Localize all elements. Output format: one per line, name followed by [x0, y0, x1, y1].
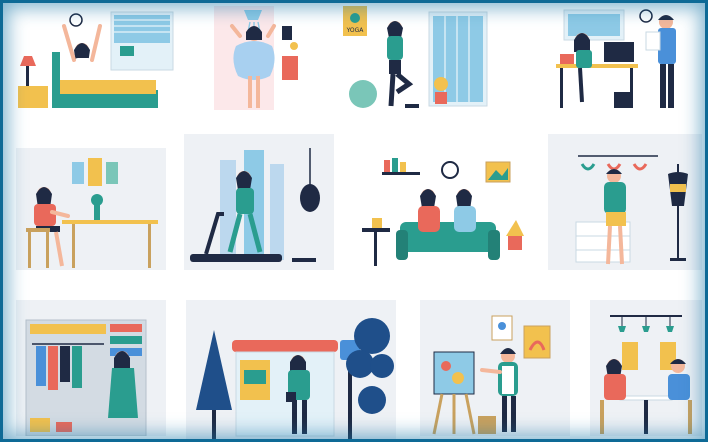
bus-stop-scene	[186, 300, 396, 442]
treadmill-gym-illustration	[190, 148, 320, 262]
yoga-scene: YOGA	[335, 6, 507, 110]
treadmill	[190, 254, 282, 262]
hanger-bra	[580, 163, 596, 171]
living-room-illustration	[362, 158, 524, 266]
pendant-lamp-icon	[618, 326, 626, 332]
shower-scene	[214, 6, 318, 110]
painting-easel-illustration	[432, 315, 551, 435]
waking-up-illustration	[18, 11, 174, 108]
yoga-illustration: YOGA	[343, 6, 488, 108]
pine-tree	[196, 330, 232, 410]
living-room-sofa-scene	[356, 136, 528, 270]
office-scene	[530, 6, 702, 110]
fitness-ball	[349, 80, 377, 108]
poster-text: YOGA	[346, 27, 365, 34]
monitor-icon	[604, 42, 634, 62]
sofa	[400, 222, 496, 252]
shower-illustration	[230, 6, 318, 110]
bus-shelter-roof	[232, 340, 338, 352]
lamp-icon	[372, 218, 382, 228]
lamp-icon	[20, 56, 36, 66]
restaurant-date-scene	[590, 300, 702, 436]
waking-up-scene	[16, 6, 188, 110]
easel-canvas	[433, 351, 475, 395]
hanging-shirt	[36, 346, 46, 386]
painting-easel-scene	[420, 300, 570, 436]
clock-icon	[69, 13, 83, 27]
cafe-table-illustration	[26, 158, 158, 268]
lingerie-shop-scene	[548, 134, 702, 270]
cafe-table-scene	[16, 148, 166, 270]
lingerie-shop-illustration	[575, 155, 688, 265]
punching-bag	[300, 184, 320, 212]
wardrobe-scene	[16, 300, 166, 436]
clock-icon	[639, 9, 653, 23]
bus-stop-illustration	[196, 318, 394, 442]
wardrobe-illustration	[25, 319, 147, 436]
clock-icon	[441, 161, 459, 179]
office-illustration	[556, 9, 676, 108]
shower-head-icon	[244, 10, 262, 20]
restaurant-date-illustration	[600, 315, 692, 434]
treadmill-gym-scene	[184, 134, 334, 270]
